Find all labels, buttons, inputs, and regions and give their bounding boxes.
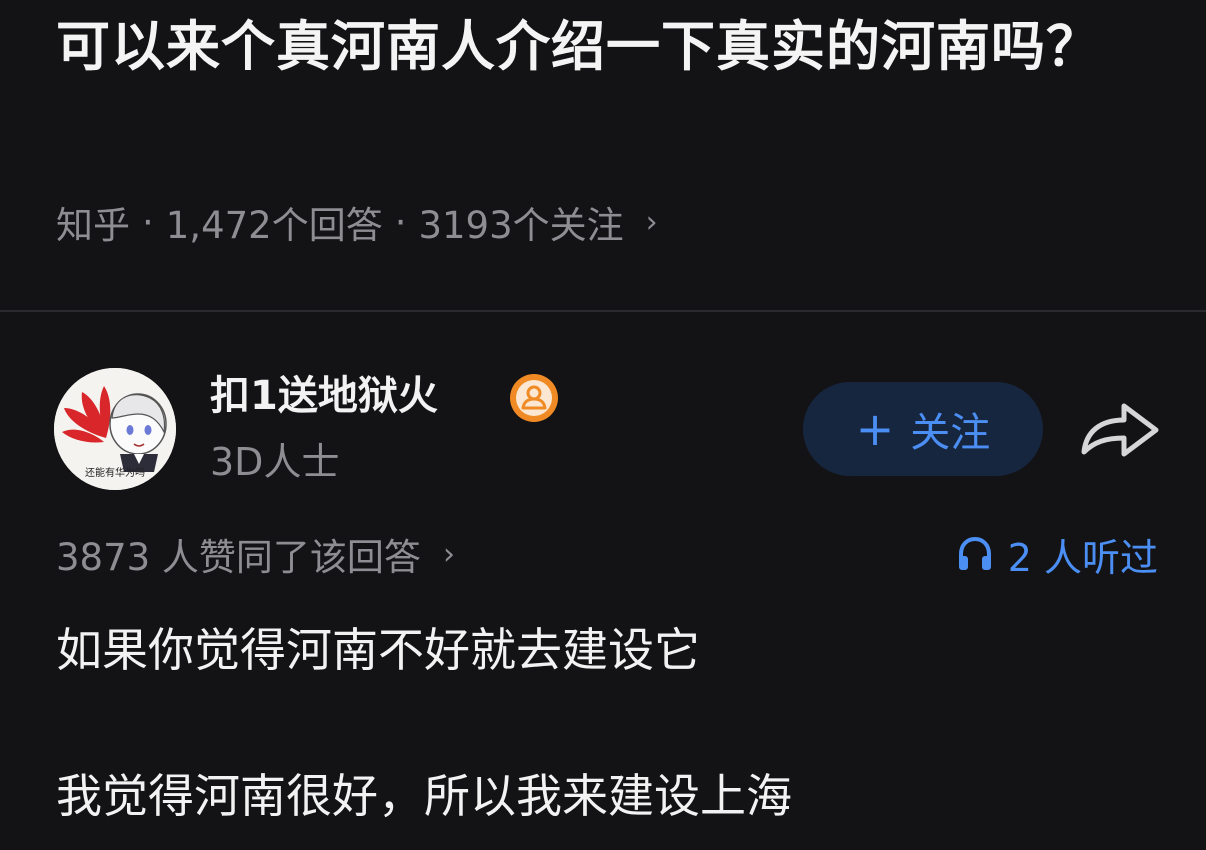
- listen-count-label: 2 人听过: [1007, 535, 1158, 580]
- separator-dot: ·: [142, 200, 154, 244]
- headphones-icon: [958, 536, 991, 570]
- vote-count: 3873 人赞同了该回答: [56, 536, 421, 579]
- answer-page: 可以来个真河南人介绍一下真实的河南吗？ 知乎 · 1,472个回答 · 3193…: [0, 0, 1206, 850]
- chevron-right-icon: ›: [645, 204, 658, 240]
- follow-button[interactable]: + 关注: [803, 382, 1043, 476]
- author-name[interactable]: 扣1送地狱火: [210, 368, 438, 424]
- source-label: 知乎: [56, 204, 130, 247]
- avatar-image: 还能有华为吗: [54, 368, 176, 490]
- section-divider: [0, 310, 1206, 312]
- follow-label: 关注: [910, 410, 991, 456]
- share-arrow-icon[interactable]: [1078, 394, 1162, 464]
- answer-count: 1,472个回答: [165, 204, 383, 247]
- chevron-right-icon: ›: [442, 536, 455, 572]
- answer-paragraph: 我觉得河南很好，所以我来建设上海: [56, 769, 792, 823]
- author-bio: 3D人士: [210, 440, 340, 484]
- answer-paragraph: 如果你觉得河南不好就去建设它: [56, 623, 700, 677]
- listen-count: 2 人听过: [956, 526, 1158, 582]
- follower-count: 3193个关注: [418, 204, 624, 247]
- separator-dot: ·: [394, 200, 407, 244]
- avatar[interactable]: 还能有华为吗: [54, 368, 176, 490]
- question-meta[interactable]: 知乎 · 1,472个回答 · 3193个关注 ›: [56, 194, 658, 250]
- question-title[interactable]: 可以来个真河南人介绍一下真实的河南吗？: [56, 6, 1166, 88]
- svg-text:还能有华为吗: 还能有华为吗: [85, 466, 145, 479]
- verified-user-badge-icon: [510, 374, 558, 422]
- vote-count-link[interactable]: 3873 人赞同了该回答 ›: [56, 526, 455, 582]
- plus-icon: +: [855, 402, 895, 456]
